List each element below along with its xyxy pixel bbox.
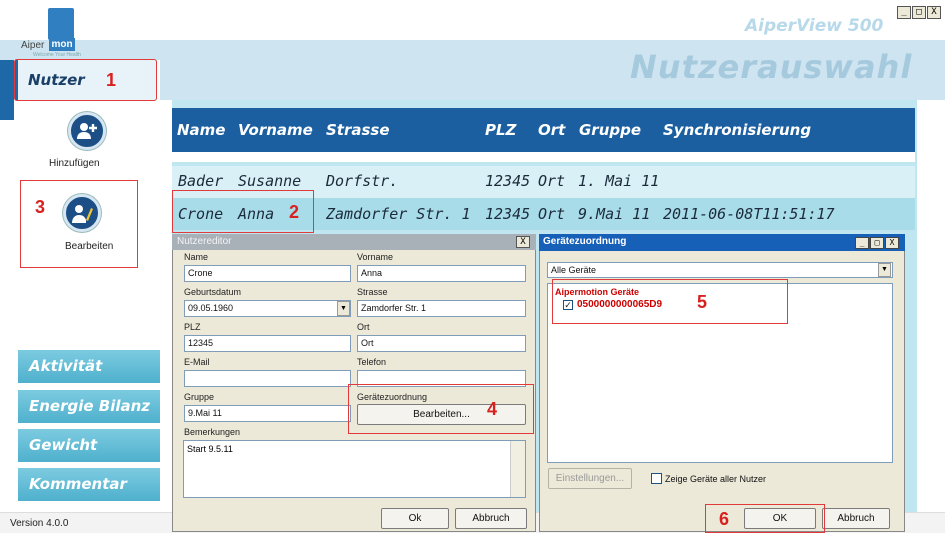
cell-gruppe: 1. Mai 11 — [578, 172, 660, 190]
logo-text-highlight: mon — [49, 38, 75, 51]
annotation-number-4: 4 — [487, 399, 498, 419]
nav-button-gewicht[interactable]: Gewicht — [18, 429, 160, 462]
cell-ort: Ort — [538, 205, 566, 223]
column-header-strasse[interactable]: Strasse — [326, 121, 390, 139]
cell-gruppe: 9.Mai 11 — [578, 205, 651, 223]
label-ort: Ort — [357, 322, 370, 332]
column-header-gruppe[interactable]: Gruppe — [579, 121, 641, 139]
page-title: Nutzerauswahl — [630, 48, 913, 86]
annotation-number-3: 3 — [35, 197, 46, 217]
scrollbar[interactable] — [510, 441, 525, 497]
nav-button-kommentar[interactable]: Kommentar — [18, 468, 160, 501]
column-header-ort[interactable]: Ort — [538, 121, 565, 139]
bemerkungen-textarea[interactable]: Start 9.5.11 — [183, 440, 526, 498]
cell-name: Bader — [178, 172, 224, 190]
logo-icon — [48, 8, 74, 40]
name-field[interactable]: Crone — [184, 265, 351, 282]
column-header-vorname[interactable]: Vorname — [238, 121, 313, 139]
label-plz: PLZ — [184, 322, 201, 332]
cell-vorname: Susanne — [238, 172, 302, 190]
nav-button-energie-bilanz[interactable]: Energie Bilanz — [18, 390, 160, 423]
close-button[interactable]: X — [927, 6, 941, 19]
add-user-icon[interactable] — [68, 112, 106, 150]
show-all-label: Zeige Geräte aller Nutzer — [665, 474, 767, 484]
version-label: Version 4.0.0 — [10, 518, 69, 529]
maximize-button[interactable]: □ — [870, 237, 884, 249]
chevron-down-icon[interactable]: ▼ — [337, 301, 350, 316]
logo-tagline: Welcome Your Health — [33, 52, 81, 58]
user-editor-title: Nutzereditor — [177, 236, 232, 247]
dialog-window-controls: _ □ X — [855, 237, 900, 249]
close-button[interactable]: X — [516, 236, 530, 248]
ok-button[interactable]: Ok — [381, 508, 449, 529]
strasse-field[interactable]: Zamdorfer Str. 1 — [357, 300, 526, 317]
cell-strasse: Zamdorfer Str. 1 — [326, 205, 471, 223]
chevron-down-icon[interactable]: ▼ — [878, 263, 891, 277]
cell-plz: 12345 — [485, 205, 531, 223]
settings-button[interactable]: Einstellungen... — [548, 468, 632, 489]
minimize-button[interactable]: _ — [855, 237, 869, 249]
annotation-box-5 — [552, 279, 788, 324]
label-bemerkungen: Bemerkungen — [184, 427, 241, 437]
annotation-box-3 — [20, 180, 138, 268]
column-header-plz[interactable]: PLZ — [485, 121, 516, 139]
cell-synchronisierung: 2011-06-08T11:51:17 — [663, 205, 835, 223]
gruppe-field[interactable]: 9.Mai 11 — [184, 405, 351, 422]
column-header-name[interactable]: Name — [177, 121, 225, 139]
minimize-button[interactable]: _ — [897, 6, 911, 19]
close-button[interactable]: X — [885, 237, 899, 249]
device-filter-select[interactable]: Alle Geräte — [547, 262, 893, 278]
geburtsdatum-select[interactable]: 09.05.1960 — [184, 300, 351, 317]
annotation-number-6: 6 — [719, 509, 730, 529]
annotation-number-5: 5 — [697, 292, 708, 312]
annotation-box-1 — [14, 59, 157, 101]
ort-field[interactable]: Ort — [357, 335, 526, 352]
label-geburtsdatum: Geburtsdatum — [184, 287, 242, 297]
label-strasse: Strasse — [357, 287, 388, 297]
window-controls: _ □ X — [897, 6, 942, 20]
cancel-button[interactable]: Abbruch — [822, 508, 890, 529]
plz-field[interactable]: 12345 — [184, 335, 351, 352]
annotation-number-2: 2 — [289, 202, 300, 222]
cancel-button[interactable]: Abbruch — [455, 508, 527, 529]
cell-strasse: Dorfstr. — [326, 172, 399, 190]
cell-plz: 12345 — [485, 172, 531, 190]
label-gruppe: Gruppe — [184, 392, 215, 402]
label-name: Name — [184, 252, 209, 262]
show-all-checkbox[interactable] — [651, 473, 662, 484]
annotation-box-4 — [348, 384, 534, 434]
label-telefon: Telefon — [357, 357, 387, 367]
nav-button-aktivitaet[interactable]: Aktivität — [18, 350, 160, 383]
cell-ort: Ort — [538, 172, 566, 190]
label-email: E-Mail — [184, 357, 210, 367]
annotation-number-1: 1 — [106, 70, 117, 90]
maximize-button[interactable]: □ — [912, 6, 926, 19]
sidebar-accent — [0, 60, 14, 120]
vorname-field[interactable]: Anna — [357, 265, 526, 282]
column-header-synchronisierung[interactable]: Synchronisierung — [663, 121, 811, 139]
add-user-label: Hinzufügen — [49, 158, 100, 169]
table-spacer — [172, 152, 915, 162]
app-title: AiperView 500 — [745, 16, 884, 36]
label-vorname: Vorname — [357, 252, 394, 262]
email-field[interactable] — [184, 370, 351, 387]
logo-text: Aiper — [21, 40, 45, 51]
device-dialog-title: Gerätezuordnung — [543, 236, 627, 247]
